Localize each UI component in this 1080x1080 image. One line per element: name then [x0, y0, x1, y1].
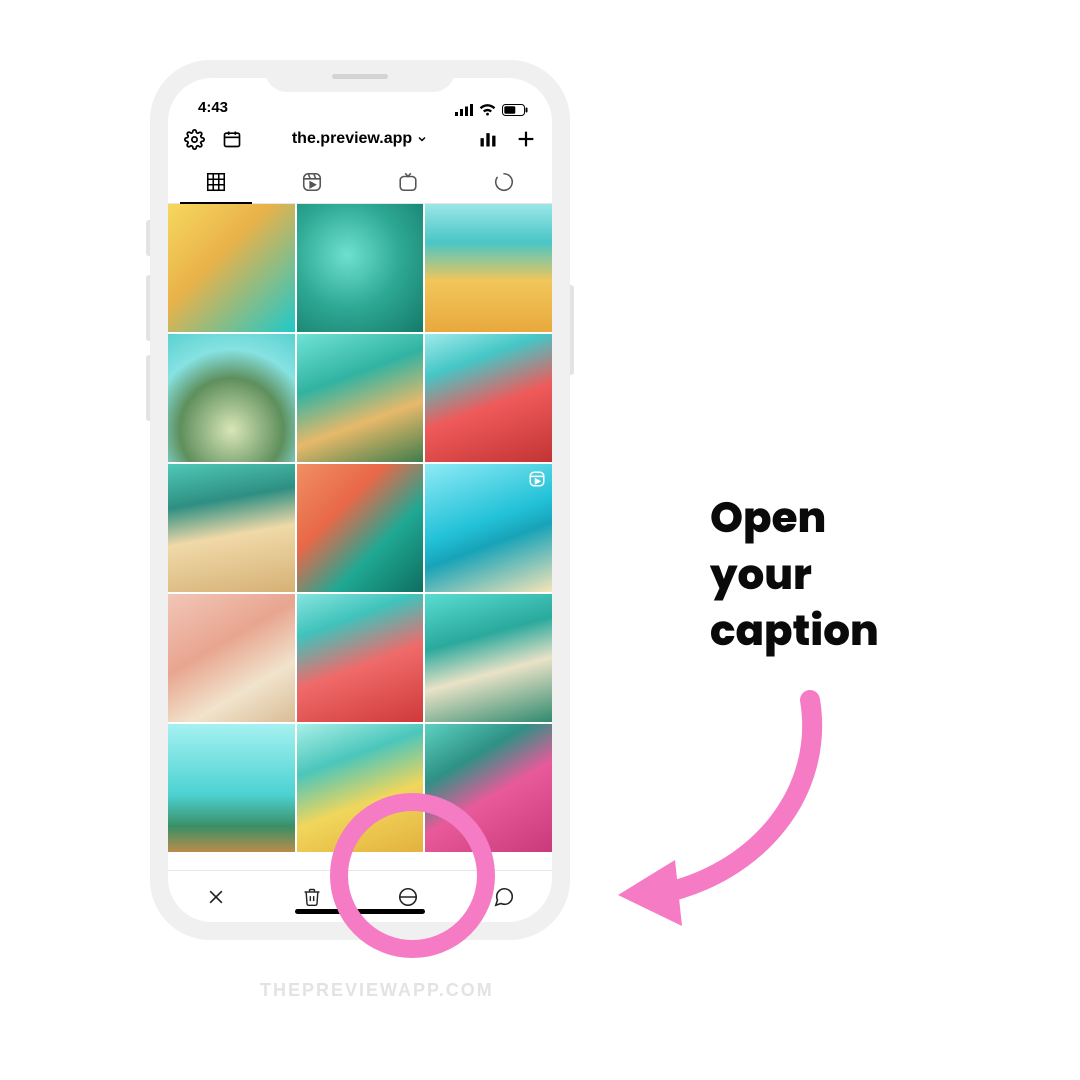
phone-frame: 4:43 the.preview.app	[150, 60, 570, 940]
battery-icon	[502, 104, 528, 116]
grid-thumbnail[interactable]	[425, 204, 552, 332]
annotation-line: caption	[710, 603, 879, 660]
trash-button[interactable]	[299, 884, 325, 910]
grid-icon	[205, 171, 227, 193]
selection-toolbar	[168, 870, 552, 922]
annotation-line: your	[710, 547, 879, 604]
phone-side-button	[570, 285, 574, 375]
phone-speaker	[332, 74, 388, 79]
reels-icon	[301, 171, 323, 193]
grid-thumbnail[interactable]	[168, 464, 295, 592]
grid-thumbnail[interactable]	[425, 594, 552, 722]
trash-icon	[302, 886, 322, 908]
phone-screen: 4:43 the.preview.app	[168, 78, 552, 922]
filter-icon	[397, 886, 419, 908]
wifi-icon	[479, 104, 496, 116]
tab-loading[interactable]	[456, 160, 552, 203]
grid-thumbnail[interactable]	[297, 724, 424, 852]
grid-thumbnail[interactable]	[297, 334, 424, 462]
grid-thumbnail[interactable]	[297, 204, 424, 332]
account-name-label: the.preview.app	[292, 130, 412, 148]
grid-thumbnail[interactable]	[297, 594, 424, 722]
phone-side-button	[146, 220, 150, 256]
close-icon	[206, 887, 226, 907]
app-header: the.preview.app	[168, 118, 552, 160]
cellular-icon	[455, 104, 473, 116]
grid-thumbnail[interactable]	[297, 464, 424, 592]
caption-button[interactable]	[491, 884, 517, 910]
status-time: 4:43	[198, 99, 228, 116]
phone-side-button	[146, 275, 150, 341]
grid-thumbnail[interactable]	[168, 204, 295, 332]
phone-side-button	[146, 355, 150, 421]
reel-badge-icon	[528, 470, 546, 488]
annotation-line: Open	[710, 490, 879, 547]
grid-thumbnail[interactable]	[425, 334, 552, 462]
grid-thumbnail[interactable]	[425, 724, 552, 852]
grid-thumbnail[interactable]	[168, 724, 295, 852]
tab-reels[interactable]	[264, 160, 360, 203]
filter-button[interactable]	[395, 884, 421, 910]
grid-thumbnail[interactable]	[168, 594, 295, 722]
home-indicator	[295, 909, 425, 914]
gear-icon[interactable]	[182, 127, 206, 151]
calendar-icon[interactable]	[220, 127, 244, 151]
tab-igtv[interactable]	[360, 160, 456, 203]
watermark: THEPREVIEWAPP.COM	[260, 980, 494, 1001]
grid-thumbnail[interactable]	[425, 464, 552, 592]
photo-grid	[168, 204, 552, 870]
annotation-text: Open your caption	[710, 490, 879, 660]
annotation-arrow-icon	[600, 680, 880, 940]
igtv-icon	[397, 171, 419, 193]
analytics-icon[interactable]	[476, 127, 500, 151]
close-button[interactable]	[203, 884, 229, 910]
account-switcher[interactable]: the.preview.app	[292, 130, 428, 148]
grid-thumbnail[interactable]	[168, 334, 295, 462]
plus-icon[interactable]	[514, 127, 538, 151]
tab-grid[interactable]	[168, 160, 264, 203]
view-tabs	[168, 160, 552, 204]
loading-icon	[493, 171, 515, 193]
caption-icon	[493, 886, 515, 908]
phone-notch	[265, 60, 455, 92]
status-indicators	[455, 104, 528, 116]
chevron-down-icon	[416, 133, 428, 145]
